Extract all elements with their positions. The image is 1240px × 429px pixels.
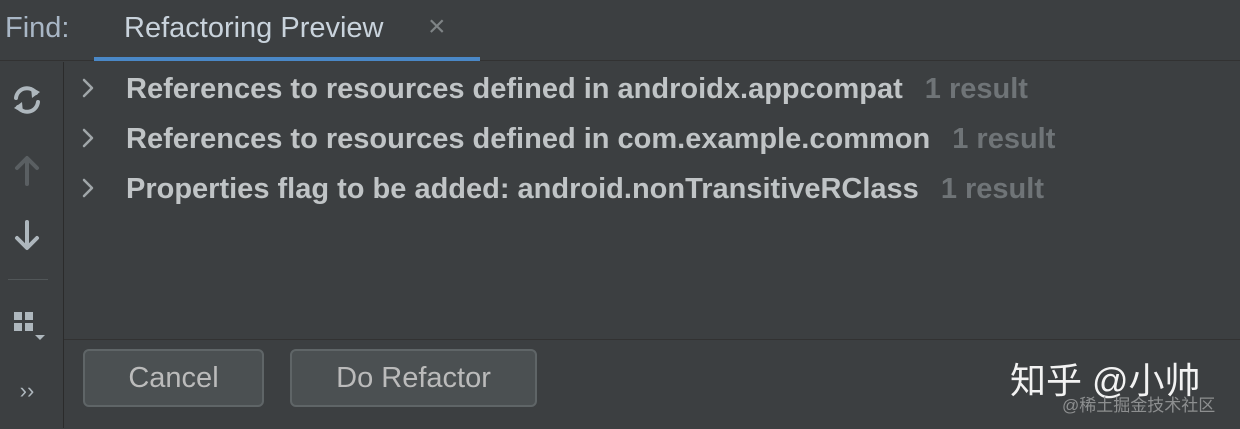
tab-refactoring-preview[interactable]: Refactoring Preview × (94, 0, 480, 62)
chevron-right-icon[interactable] (80, 176, 96, 200)
tab-label: Refactoring Preview (124, 12, 384, 44)
tree-row-label: References to resources defined in com.e… (126, 123, 931, 155)
result-count: 1 result (952, 123, 1056, 155)
tree-row[interactable]: References to resources defined in andro… (64, 65, 1240, 109)
result-count: 1 result (940, 173, 1044, 205)
cancel-button[interactable]: Cancel (83, 349, 264, 407)
side-toolbar: ›› (0, 62, 64, 428)
do-refactor-button[interactable]: Do Refactor (290, 349, 537, 407)
toolbar-divider (8, 279, 48, 280)
tree-row-label: References to resources defined in andro… (126, 73, 903, 105)
watermark-juejin: @稀土掘金技术社区 (1062, 396, 1216, 415)
tree-row-label: Properties flag to be added: android.non… (126, 173, 919, 205)
refactoring-preview-tree: References to resources defined in andro… (64, 61, 1240, 339)
up-arrow-icon[interactable] (7, 150, 47, 190)
tree-row[interactable]: References to resources defined in com.e… (64, 115, 1240, 159)
close-icon[interactable]: × (428, 10, 446, 44)
rerun-icon[interactable] (7, 80, 47, 120)
find-label: Find: (5, 12, 70, 44)
result-count: 1 result (924, 73, 1028, 105)
tree-row[interactable]: Properties flag to be added: android.non… (64, 165, 1240, 209)
more-icon[interactable]: ›› (7, 371, 47, 411)
chevron-right-icon[interactable] (80, 126, 96, 150)
down-arrow-icon[interactable] (7, 216, 47, 256)
find-tool-window-header: Find: Refactoring Preview × (0, 0, 1240, 62)
chevron-right-icon[interactable] (80, 76, 96, 100)
group-icon[interactable] (7, 305, 47, 345)
